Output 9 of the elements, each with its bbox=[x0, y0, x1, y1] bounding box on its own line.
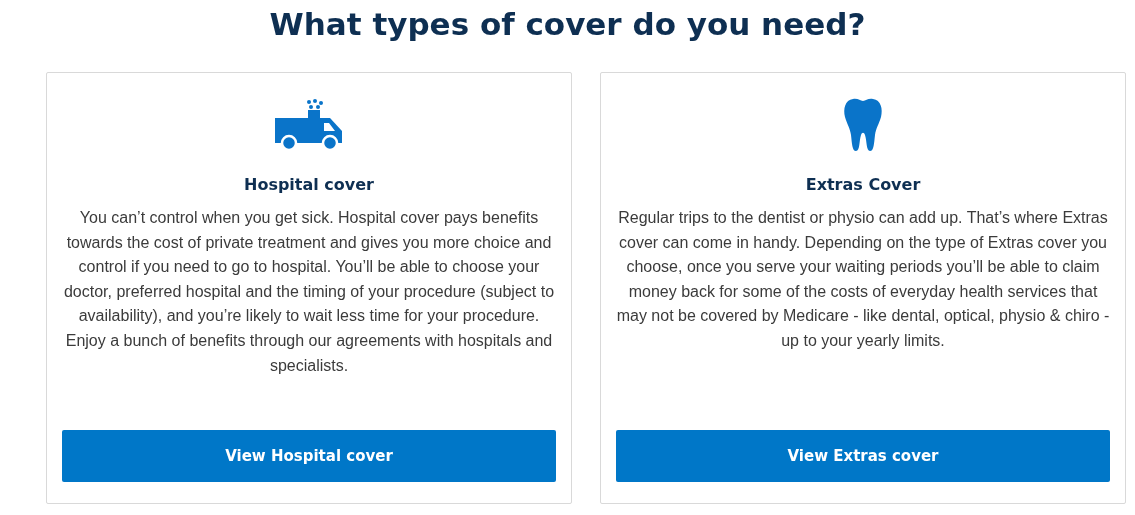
ambulance-icon bbox=[274, 99, 344, 151]
card-title: Extras Cover bbox=[805, 175, 921, 194]
view-cover-button[interactable]: View Extras cover bbox=[616, 430, 1110, 482]
card-description: Regular trips to the dentist or physio can add up. That’s where Extras cover can come in handy. Depending on the type of Extras cover you choose, once you serve your waiting periods you’ll be able to claim money back for some of the costs of everyday health services that may not be covered by Medicare - like dental, optical, physio & chiro - up to your yearly limits. bbox=[616, 208, 1110, 351]
view-cover-button[interactable]: View Hospital cover bbox=[62, 430, 556, 482]
tooth-icon bbox=[843, 97, 883, 153]
card-description: You can’t control when you get sick. Hospital cover pays benefits towards the cost of private treatment and gives you more choice and control if you need to go to hospital. You’ll be able to choose your doctor, preferred hospital and the timing of your procedure (subject to availability), and you’re likely to wait less time for your procedure. Enjoy a bunch of benefits through our agreements with hospitals and specialists. bbox=[62, 208, 556, 376]
page-heading: What types of cover do you need? bbox=[268, 5, 867, 44]
card-title: Hospital cover bbox=[244, 175, 374, 194]
